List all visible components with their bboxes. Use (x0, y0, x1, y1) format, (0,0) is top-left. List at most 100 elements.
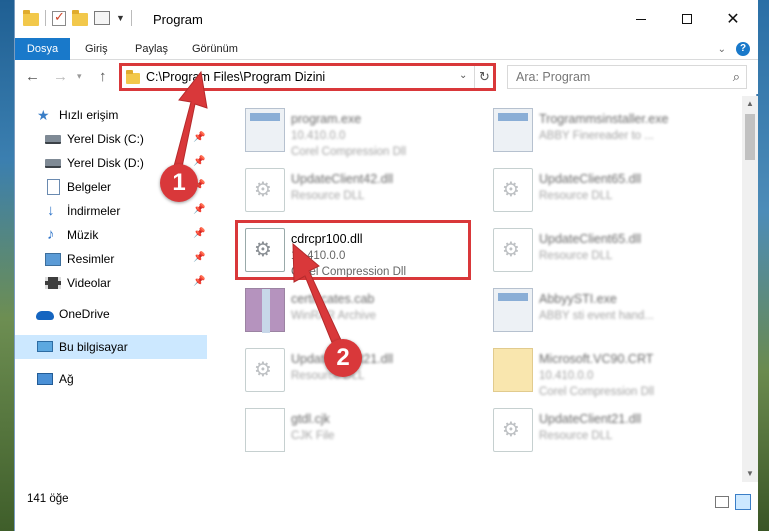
file-name: Microsoft.VC90.CRT (539, 352, 654, 366)
file-description: Corel Compression Dll (291, 146, 407, 158)
title-bar: ▼ Program ✕ (15, 0, 758, 38)
scroll-thumb[interactable] (745, 114, 755, 160)
sidebar-item-label: Yerel Disk (C:) (67, 132, 144, 146)
file-name: UpdateClient65.dll (539, 232, 642, 246)
file-item[interactable]: UpdateClient21.dll Resource DLL (487, 402, 727, 458)
sidebar-item-network[interactable]: Ağ (15, 367, 207, 391)
address-path[interactable]: C:\Program Files\Program Dizini (146, 70, 325, 84)
item-count: 141 öğe (27, 493, 69, 505)
file-item[interactable]: Trogrammsinstaller.exe ABBY Finereader t… (487, 102, 727, 158)
sidebar-item-label: Müzik (67, 228, 99, 242)
pin-icon[interactable]: 📌 (193, 252, 205, 263)
properties-check-icon[interactable] (52, 9, 66, 26)
file-description: Corel Compression Dll (291, 266, 407, 278)
folder-icon (126, 70, 140, 84)
back-arrow-icon[interactable]: ← (25, 68, 40, 85)
scroll-down-arrow-icon[interactable]: ▼ (742, 466, 758, 482)
videos-icon (45, 275, 61, 291)
sidebar-item-local-disk-c[interactable]: Yerel Disk (C:) 📌 (15, 127, 207, 151)
file-version: 10.410.0.0 (291, 250, 346, 262)
minimize-button[interactable] (618, 0, 664, 38)
file-item[interactable]: Microsoft.VC90.CRT 10.410.0.0 Corel Comp… (487, 342, 727, 398)
details-view-icon[interactable] (715, 496, 729, 508)
document-icon (245, 408, 285, 452)
tab-share[interactable]: Paylaş (125, 38, 178, 60)
pin-icon[interactable]: 📌 (193, 132, 205, 143)
sidebar-item-label: Yerel Disk (D:) (67, 156, 144, 170)
desktop-background-left (0, 0, 14, 531)
file-name: cdrcpr100.dll (291, 232, 363, 246)
forward-arrow-icon[interactable]: → (53, 68, 68, 85)
drive-icon (45, 155, 61, 171)
file-detail: WinRAR Archive (291, 310, 376, 322)
address-dropdown-chevron-icon[interactable]: ⌄ (459, 70, 467, 81)
maximize-button[interactable] (664, 0, 710, 38)
file-name: AbbyySTI.exe (539, 292, 617, 306)
cab-archive-icon (245, 288, 285, 333)
file-detail: ABBY Finereader to ... (539, 130, 654, 142)
sidebar-item-downloads[interactable]: ↓ İndirmeler 📌 (15, 199, 207, 223)
file-name: UpdateClient42.dll (291, 172, 394, 186)
customize-toolbar-chevron-icon[interactable]: ▼ (116, 13, 125, 23)
minimize-icon (636, 18, 646, 20)
maximize-icon (682, 14, 692, 24)
dll-gear-icon (245, 168, 285, 212)
explorer-window: ▼ Program ✕ Dosya Giriş Paylaş Görünüm ⌄… (14, 0, 758, 531)
step-marker-1: 1 (160, 164, 198, 202)
ribbon-tabs: Dosya Giriş Paylaş Görünüm ⌄ ? (15, 38, 758, 60)
scroll-up-arrow-icon[interactable]: ▲ (742, 96, 758, 112)
vertical-scrollbar[interactable]: ▲ ▼ (742, 96, 758, 482)
file-item-highlighted[interactable]: cdrcpr100.dll 10.410.0.0 Corel Compressi… (239, 222, 479, 278)
dll-gear-icon (245, 228, 285, 272)
file-item[interactable]: UpdateClient65.dll Resource DLL (487, 162, 727, 218)
pin-icon[interactable]: 📌 (193, 204, 205, 215)
music-icon: ♪ (47, 226, 55, 243)
sidebar-item-label: Videolar (67, 276, 111, 290)
file-item[interactable]: UpdateClient42.dll Resource DLL (239, 162, 479, 218)
expand-ribbon-chevron-icon[interactable]: ⌄ (718, 44, 726, 55)
sidebar-item-label: OneDrive (59, 307, 110, 321)
close-button[interactable]: ✕ (710, 0, 756, 38)
file-detail: Resource DLL (539, 190, 613, 202)
up-arrow-icon[interactable]: ↑ (99, 68, 107, 85)
new-folder-icon[interactable] (72, 9, 88, 26)
file-name: Trogrammsinstaller.exe (539, 112, 669, 126)
navigation-bar: ← → ▾ ↑ C:\Program Files\Program Dizini … (15, 60, 758, 94)
file-item[interactable]: certificates.cab WinRAR Archive (239, 282, 479, 338)
window-title: Program (153, 12, 203, 27)
tab-view[interactable]: Görünüm (182, 38, 248, 60)
sidebar-item-quick-access[interactable]: ★ Hızlı erişim (15, 103, 207, 127)
address-bar[interactable]: C:\Program Files\Program Dizini ⌄ ↻ (119, 65, 495, 89)
file-name: program.exe (291, 112, 362, 126)
file-item[interactable]: gtdl.cjk CJK File (239, 402, 479, 458)
sidebar-item-label: Resimler (67, 252, 115, 266)
tiles-view-icon[interactable] (735, 494, 751, 510)
search-box[interactable]: Ara: Program ⌕ (507, 65, 747, 89)
file-item[interactable]: program.exe 10.410.0.0 Corel Compression… (239, 102, 479, 158)
folder-icon (23, 9, 39, 26)
sidebar-item-onedrive[interactable]: OneDrive (15, 302, 207, 326)
file-description: Corel Compression Dll (539, 386, 655, 398)
recent-locations-chevron-icon[interactable]: ▾ (77, 71, 82, 82)
file-item[interactable]: AbbyySTI.exe ABBY sti event hand... (487, 282, 727, 338)
sidebar-item-pictures[interactable]: Resimler 📌 (15, 247, 207, 271)
file-detail: 10.410.0.0 (291, 130, 346, 142)
pictures-icon (45, 251, 61, 267)
pin-icon[interactable]: 📌 (193, 156, 205, 167)
view-options-icon[interactable] (94, 11, 110, 25)
pin-icon[interactable]: 📌 (193, 276, 205, 287)
tab-home[interactable]: Giriş (75, 38, 118, 60)
help-icon[interactable]: ? (736, 42, 750, 56)
file-item[interactable]: UpdateClient65.dll Resource DLL (487, 222, 727, 278)
tab-file[interactable]: Dosya (15, 38, 70, 60)
pin-icon[interactable]: 📌 (193, 228, 205, 239)
sidebar-item-this-pc[interactable]: Bu bilgisayar (15, 335, 207, 359)
sidebar-item-videos[interactable]: Videolar 📌 (15, 271, 207, 295)
search-placeholder[interactable]: Ara: Program (516, 70, 590, 84)
refresh-icon[interactable]: ↻ (474, 66, 494, 88)
sidebar-item-label: Belgeler (67, 180, 112, 194)
sidebar-item-music[interactable]: ♪ Müzik 📌 (15, 223, 207, 247)
file-detail: Resource DLL (291, 190, 365, 202)
network-icon (37, 371, 53, 387)
file-name: UpdateClient21.dll (539, 412, 642, 426)
